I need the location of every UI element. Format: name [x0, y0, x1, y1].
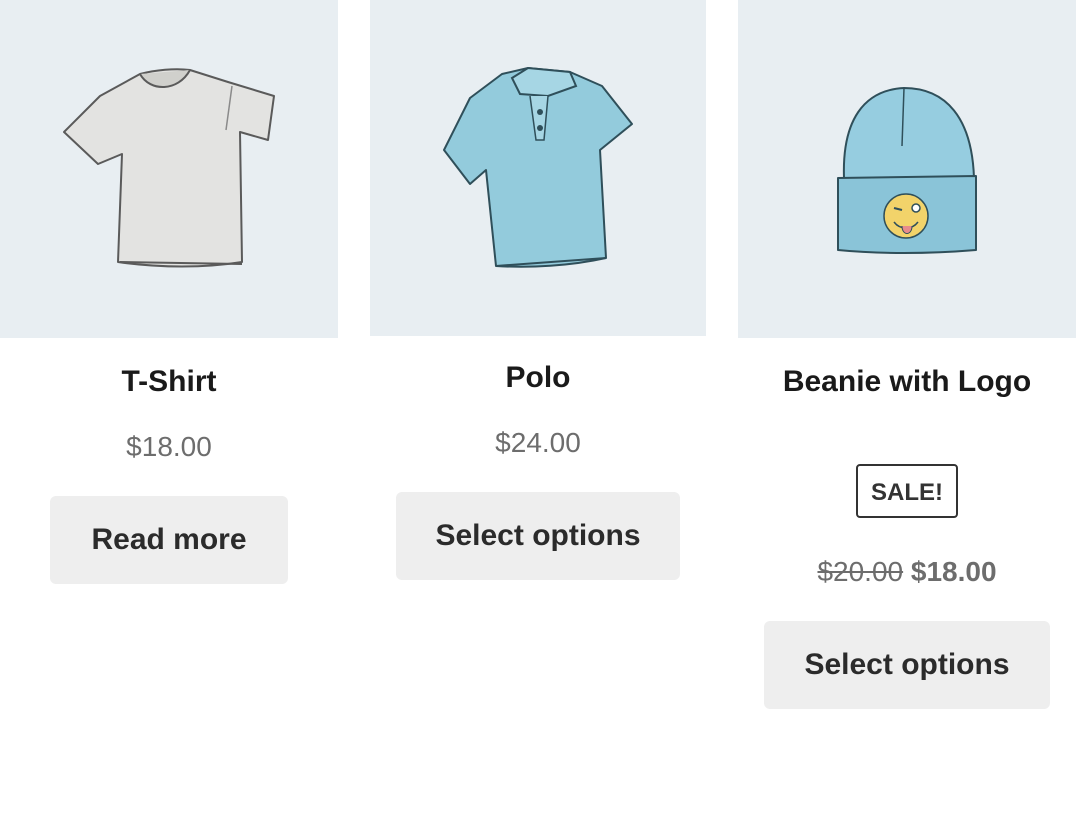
select-options-button[interactable]: Select options [764, 620, 1050, 709]
beanie-icon [837, 86, 977, 254]
product-title[interactable]: T-Shirt [0, 367, 338, 397]
original-price: $20.00 [817, 555, 904, 587]
read-more-button[interactable]: Read more [50, 496, 288, 584]
product-title[interactable]: Polo [370, 363, 706, 393]
t-shirt-icon [63, 68, 275, 268]
product-card: Beanie with Logo SALE! $20.00 $18.00 Sel… [738, 0, 1076, 709]
product-title[interactable]: Beanie with Logo [738, 367, 1076, 397]
product-image-link[interactable] [738, 0, 1076, 338]
product-image-link[interactable] [370, 0, 706, 336]
product-card: T-Shirt $18.00 Read more [0, 0, 338, 584]
product-price: $24.00 [495, 427, 581, 458]
sale-badge: SALE! [856, 463, 958, 518]
polo-shirt-icon [443, 66, 633, 268]
select-options-button[interactable]: Select options [396, 492, 680, 580]
product-price: $20.00 $18.00 [738, 555, 1076, 587]
product-image-link[interactable] [0, 0, 338, 338]
product-price: $18.00 [126, 431, 212, 462]
sale-price: $18.00 [910, 555, 997, 587]
product-card: Polo $24.00 Select options [370, 0, 706, 580]
